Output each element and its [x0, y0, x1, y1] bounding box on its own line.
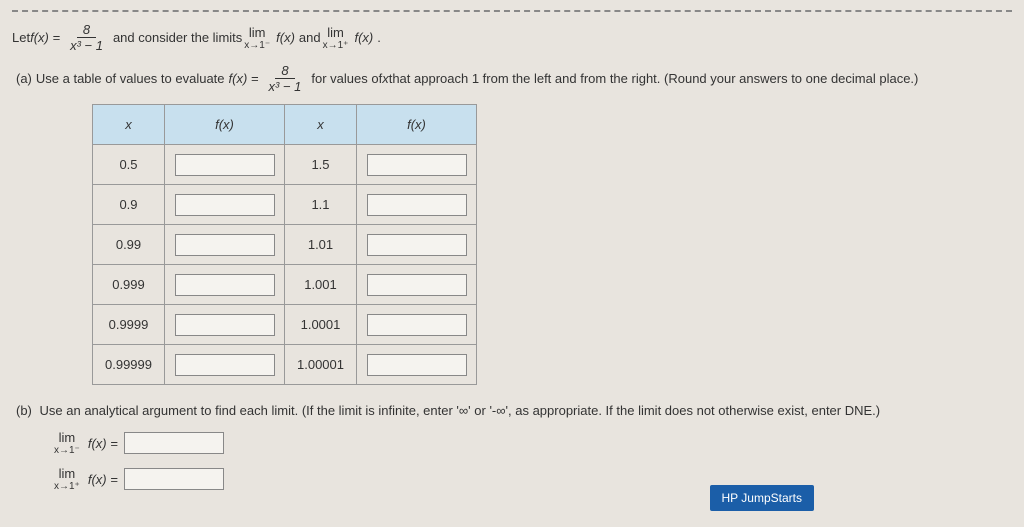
lim-sub-right: x→1⁺ [323, 40, 349, 51]
intro-frac-den: x³ − 1 [64, 38, 109, 53]
table-row: 0.5 1.5 [93, 145, 477, 185]
th-x-left: x [93, 105, 165, 145]
part-b: (b) Use an analytical argument to find e… [12, 403, 1012, 418]
lim-label-2: lim [327, 25, 344, 40]
fx-right-input[interactable] [367, 194, 467, 216]
lim-left: lim x→1⁻ [54, 430, 80, 456]
lim-label: lim [59, 466, 76, 481]
intro-let: Let [12, 30, 30, 45]
values-table: x f(x) x f(x) 0.5 1.5 0.9 1.1 0.99 [92, 104, 477, 385]
fx-left-input[interactable] [175, 194, 275, 216]
x-left-cell: 0.99999 [93, 345, 165, 385]
part-a-fraction: 8 x³ − 1 [263, 63, 308, 94]
fx-left-input[interactable] [175, 154, 275, 176]
limit-right-row: lim x→1⁺ f(x) = [52, 466, 1012, 492]
x-right-cell: 1.01 [285, 225, 357, 265]
fx-right-input[interactable] [367, 154, 467, 176]
lim-label: lim [59, 430, 76, 445]
fx-left-input[interactable] [175, 274, 275, 296]
part-a-fx-eq: f(x) = [229, 71, 259, 86]
part-a: (a) Use a table of values to evaluate f(… [12, 63, 1012, 94]
x-right-cell: 1.0001 [285, 305, 357, 345]
part-a-label: (a) [16, 71, 32, 86]
x-right-cell: 1.00001 [285, 345, 357, 385]
lim-label: lim [249, 25, 266, 40]
table-row: 0.99 1.01 [93, 225, 477, 265]
divider [12, 10, 1012, 12]
x-left-cell: 0.5 [93, 145, 165, 185]
fx-right-input[interactable] [367, 314, 467, 336]
intro-fx-eq: f(x) = [30, 30, 60, 45]
th-fx-left: f(x) [165, 105, 285, 145]
problem-intro: Let f(x) = 8 x³ − 1 and consider the lim… [12, 22, 1012, 53]
fx-left-input[interactable] [175, 354, 275, 376]
lim-sub: x→1⁻ [54, 445, 80, 456]
intro-and: and [299, 30, 321, 45]
x-left-cell: 0.999 [93, 265, 165, 305]
part-a-text1: Use a table of values to evaluate [36, 71, 225, 86]
part-a-text3: that approach 1 from the left and from t… [389, 71, 919, 86]
part-b-label: (b) [16, 403, 32, 418]
fx-right-input[interactable] [367, 274, 467, 296]
th-x-right: x [285, 105, 357, 145]
x-left-cell: 0.9 [93, 185, 165, 225]
part-a-text2: for values of [311, 71, 382, 86]
lim-sub: x→1⁺ [54, 481, 80, 492]
x-left-cell: 0.99 [93, 225, 165, 265]
x-right-cell: 1.5 [285, 145, 357, 185]
table-row: 0.99999 1.00001 [93, 345, 477, 385]
lim-fx-eq: f(x) = [88, 472, 118, 487]
table-row: 0.9 1.1 [93, 185, 477, 225]
lim-right: lim x→1⁺ [54, 466, 80, 492]
lim-fx-eq: f(x) = [88, 436, 118, 451]
part-b-text: Use an analytical argument to find each … [40, 403, 881, 418]
limit-left-row: lim x→1⁻ f(x) = [52, 430, 1012, 456]
lim-sub-left: x→1⁻ [244, 40, 270, 51]
x-right-cell: 1.1 [285, 185, 357, 225]
intro-frac-num: 8 [77, 22, 96, 38]
fx-left-input[interactable] [175, 234, 275, 256]
fx-right-input[interactable] [367, 234, 467, 256]
part-a-frac-den: x³ − 1 [263, 79, 308, 94]
intro-fx-1: f(x) [276, 30, 295, 45]
limit-left-input[interactable] [124, 432, 224, 454]
fx-left-input[interactable] [175, 314, 275, 336]
x-left-cell: 0.9999 [93, 305, 165, 345]
intro-consider: and consider the limits [113, 30, 242, 45]
intro-fraction: 8 x³ − 1 [64, 22, 109, 53]
intro-lim-right: lim x→1⁺ [323, 25, 349, 51]
hp-jumpstarts-button[interactable]: HP JumpStarts [710, 485, 814, 511]
part-a-frac-num: 8 [275, 63, 294, 79]
table-row: 0.999 1.001 [93, 265, 477, 305]
th-fx-right: f(x) [357, 105, 477, 145]
intro-lim-left: lim x→1⁻ [244, 25, 270, 51]
limit-right-input[interactable] [124, 468, 224, 490]
intro-fx-2: f(x) [354, 30, 373, 45]
x-right-cell: 1.001 [285, 265, 357, 305]
table-row: 0.9999 1.0001 [93, 305, 477, 345]
fx-right-input[interactable] [367, 354, 467, 376]
intro-period: . [377, 30, 381, 45]
